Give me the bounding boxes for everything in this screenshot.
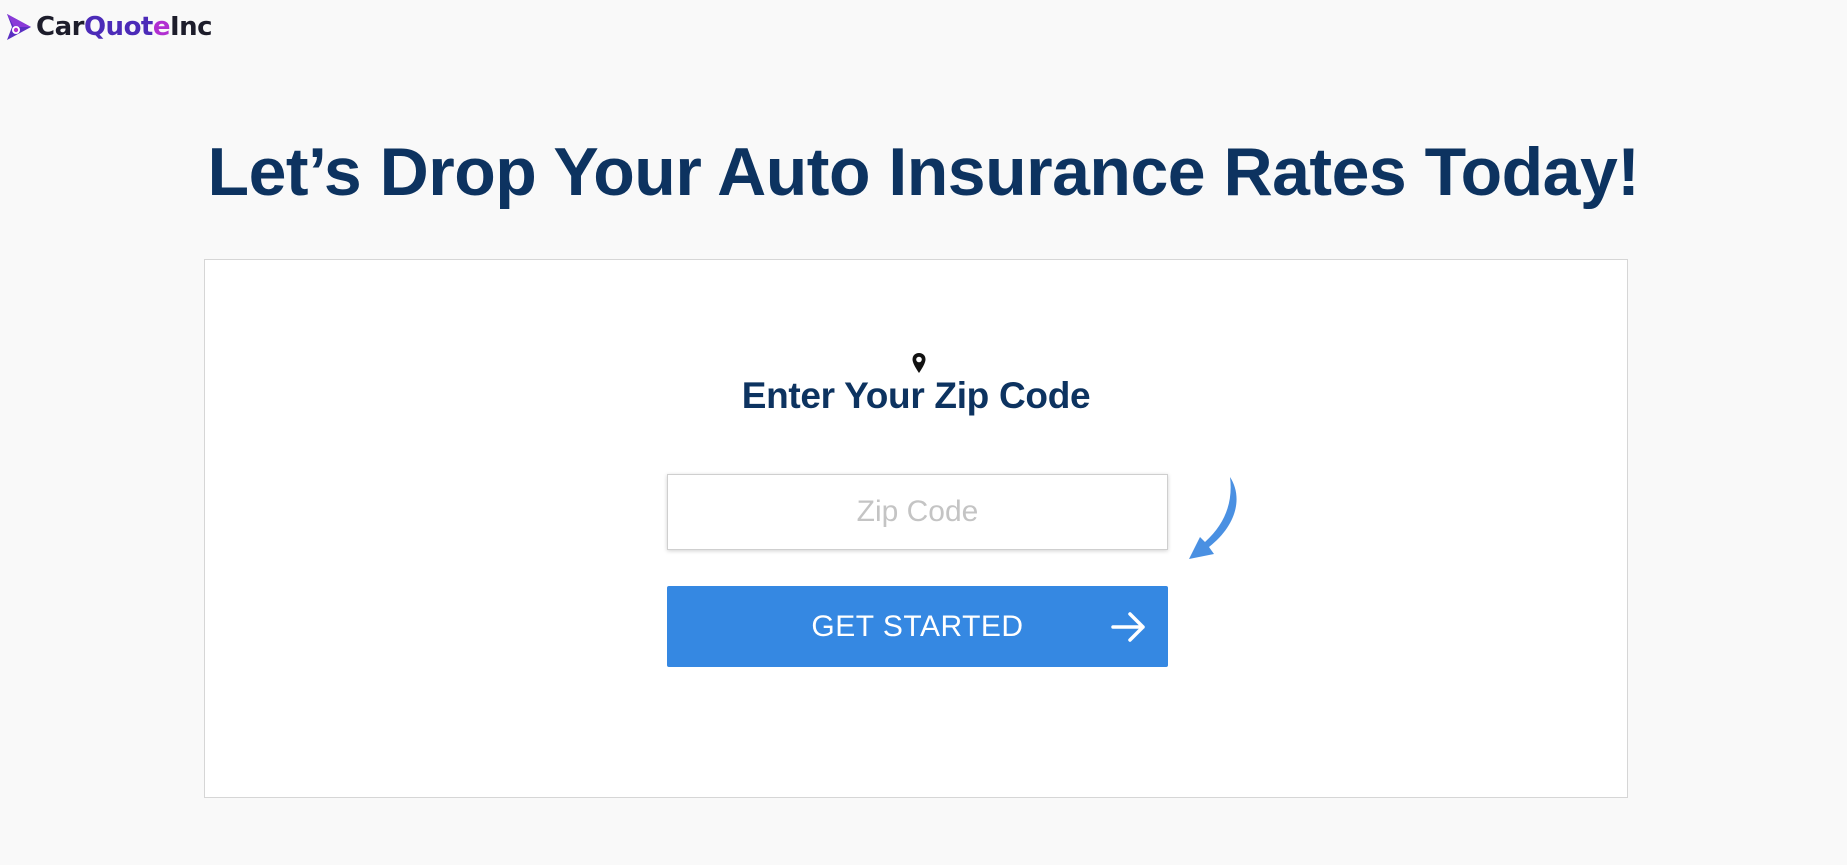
- logo-text-quot: Quot: [83, 12, 153, 42]
- curved-arrow-down-left-icon: [1189, 477, 1237, 559]
- arrow-right-icon: [1111, 612, 1145, 642]
- zip-code-input[interactable]: [667, 474, 1168, 550]
- get-started-button[interactable]: GET STARTED: [667, 586, 1168, 667]
- get-started-label: GET STARTED: [811, 609, 1024, 643]
- logo-text-inc: Inc: [170, 12, 213, 42]
- logo-text-car: Car: [36, 12, 84, 42]
- logo-wordmark: CarQuoteInc: [36, 12, 213, 42]
- carquoteinc-logo[interactable]: CarQuoteInc: [5, 12, 213, 42]
- zip-form-title: Enter Your Zip Code: [741, 375, 1091, 416]
- logo-text-quote: Quote: [83, 12, 171, 42]
- play-arrow-logo-icon: [7, 14, 31, 40]
- map-pin-icon: [912, 353, 926, 373]
- zip-form-card: Enter Your Zip Code GET STARTED: [204, 259, 1628, 798]
- logo-text-e: e: [152, 12, 171, 42]
- page-headline: Let’s Drop Your Auto Insurance Rates Tod…: [207, 134, 1640, 210]
